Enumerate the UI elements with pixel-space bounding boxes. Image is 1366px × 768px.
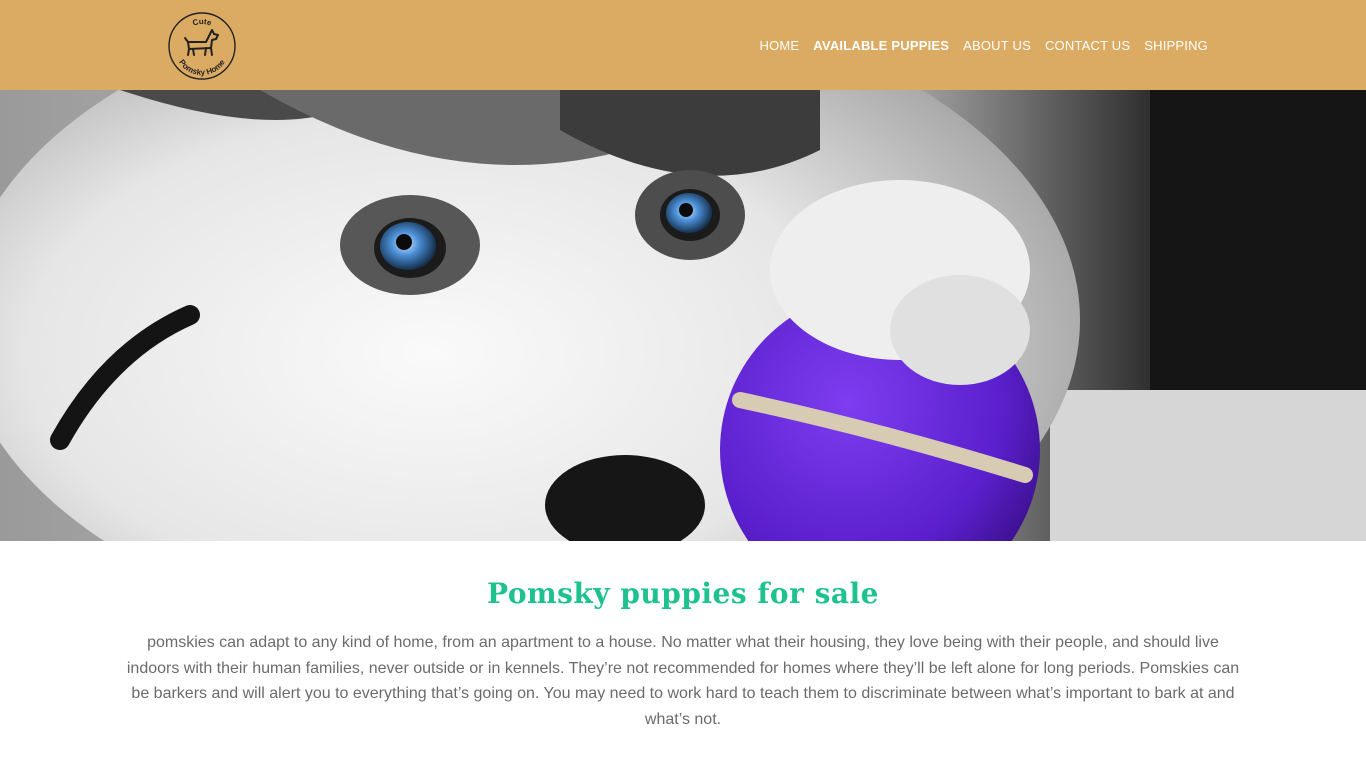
nav-shipping[interactable]: SHIPPING bbox=[1144, 38, 1208, 53]
puppy-photo bbox=[0, 90, 1366, 541]
page-title: Pomsky puppies for sale bbox=[487, 577, 879, 610]
main-nav: HOME AVAILABLE PUPPIES ABOUT US CONTACT … bbox=[759, 0, 1208, 90]
site-logo[interactable]: Cute Pomsky Home bbox=[166, 8, 238, 80]
nav-contact-us[interactable]: CONTACT US bbox=[1045, 38, 1130, 53]
nav-home[interactable]: HOME bbox=[759, 38, 799, 53]
main-content: Pomsky puppies for sale pomskies can ada… bbox=[0, 541, 1366, 768]
dog-icon: Cute Pomsky Home bbox=[168, 12, 236, 80]
hero-image bbox=[0, 90, 1366, 541]
nav-about-us[interactable]: ABOUT US bbox=[963, 38, 1031, 53]
intro-paragraph: pomskies can adapt to any kind of home, … bbox=[126, 634, 1240, 728]
site-header: Cute Pomsky Home HOME AVAILABLE PUPPIES … bbox=[0, 0, 1366, 90]
logo-top-text: Cute bbox=[191, 17, 213, 28]
svg-text:Cute: Cute bbox=[191, 17, 213, 28]
nav-available-puppies[interactable]: AVAILABLE PUPPIES bbox=[813, 38, 949, 53]
